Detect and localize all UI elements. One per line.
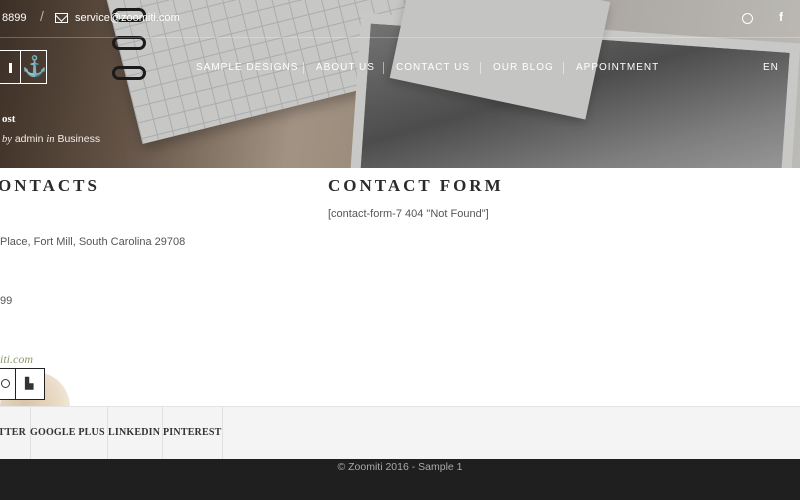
nav-divider — [303, 62, 304, 74]
topbar-email[interactable]: service@zoomiti.com — [75, 12, 180, 24]
facebook-icon[interactable]: f — [779, 10, 783, 24]
post-meta: by admin in Business — [2, 133, 100, 145]
contact-form-placeholder: [contact-form-7 404 "Not Found"] — [328, 208, 489, 220]
nav-divider — [383, 62, 384, 74]
contacts-heading: ONTACTS — [0, 176, 100, 195]
nav-item-contact-us[interactable]: CONTACT US — [396, 62, 470, 73]
footer-link-google-plus[interactable]: GOOGLE PLUS — [30, 427, 105, 438]
mail-icon — [55, 13, 68, 23]
topbar-phone[interactable]: 8899 — [2, 12, 26, 24]
logo-mark — [9, 63, 12, 73]
footer-link-pinterest[interactable]: PINTEREST — [163, 427, 222, 438]
dribbble-icon[interactable] — [1, 379, 10, 388]
contact-form-heading: CONTACT FORM — [328, 176, 504, 195]
hero-banner: 8899 / service@zoomiti.com f ⚓ SAMPLE DE… — [0, 0, 800, 168]
nav-divider — [480, 62, 481, 74]
post-category[interactable]: Business — [57, 133, 100, 145]
nav-item-appointment[interactable]: APPOINTMENT — [576, 62, 659, 73]
footer-link-linkedin[interactable]: LINKEDIN — [108, 427, 160, 438]
post-by-label: by — [2, 134, 12, 145]
social-divider — [15, 369, 16, 399]
copyright-text: © Zoomiti 2016 - Sample 1 — [337, 461, 463, 473]
footer-bar: © Zoomiti 2016 - Sample 1 — [0, 459, 800, 500]
post-author[interactable]: admin — [15, 133, 44, 145]
contact-phone: 99 — [0, 295, 13, 307]
nav-item-our-blog[interactable]: OUR BLOG — [493, 62, 554, 73]
language-switcher[interactable]: EN — [763, 62, 779, 73]
site-logo[interactable]: ⚓ — [0, 50, 47, 84]
evernote-icon[interactable]: ▙ — [25, 377, 33, 390]
social-icons: ▙ — [0, 368, 45, 400]
dribbble-icon[interactable] — [742, 13, 753, 24]
post-title: ost — [2, 113, 16, 125]
nav-item-about-us[interactable]: ABOUT US — [316, 62, 375, 73]
footer-link-twitter[interactable]: TTER — [0, 427, 26, 438]
anchor-icon: ⚓ — [22, 56, 47, 78]
topbar-separator: / — [40, 8, 44, 24]
top-bar: 8899 / service@zoomiti.com f — [0, 0, 800, 38]
post-in-label: in — [46, 134, 55, 145]
footer-social-links: TTER GOOGLE PLUS LINKEDIN PINTEREST — [0, 406, 800, 460]
logo-divider — [20, 51, 21, 83]
nav-item-sample-designs[interactable]: SAMPLE DESIGNS — [196, 62, 298, 73]
nav-divider — [563, 62, 564, 74]
footer-divider — [222, 407, 223, 460]
contact-website[interactable]: iti.com — [0, 352, 33, 367]
contact-address: Place, Fort Mill, South Carolina 29708 — [0, 236, 186, 248]
